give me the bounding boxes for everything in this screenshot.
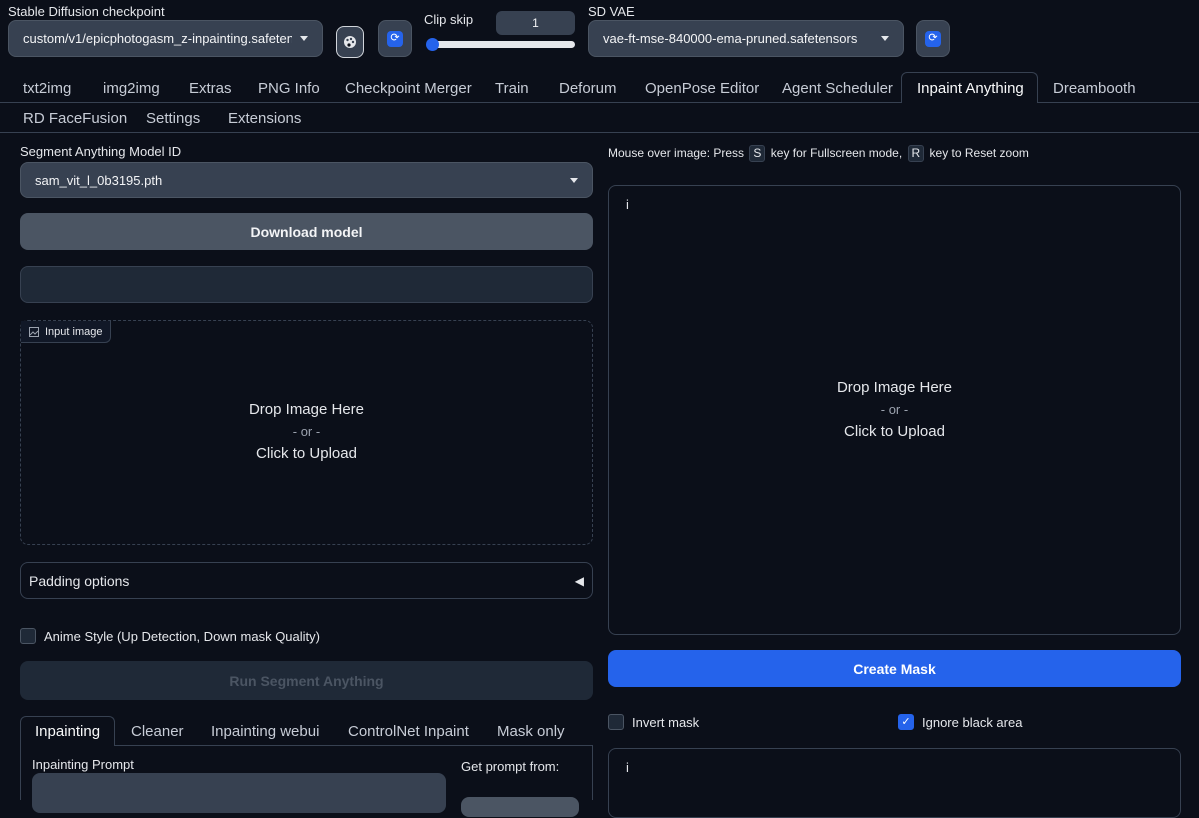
palette-icon [344,36,356,48]
tab-dreambooth[interactable]: Dreambooth [1053,80,1136,97]
chevron-down-icon [881,36,889,41]
tab-inpaint-anything[interactable]: Inpaint Anything [917,80,1024,97]
input-image-dropzone[interactable]: Input image Drop Image Here - or - Click… [20,320,593,545]
mask-output-panel: i [608,748,1181,818]
inpainting-prompt-label: Inpainting Prompt [32,757,134,772]
invert-mask-checkbox[interactable] [608,714,624,730]
sketch-image-canvas[interactable]: i Drop Image Here - or - Click to Upload [608,185,1181,635]
input-image-label: Input image [45,325,103,338]
tabbar-divider [1038,102,1199,103]
tab-deforum[interactable]: Deforum [559,80,617,97]
sam-model-label: Segment Anything Model ID [20,144,182,159]
subtab-inpainting-webui[interactable]: Inpainting webui [211,723,319,740]
or-text: - or - [292,424,321,439]
info-icon: i [626,197,629,212]
tabbar-divider [0,102,901,103]
content-divider [0,132,1199,133]
checkpoint-value: custom/v1/epicphotogasm_z-inpainting.saf… [23,31,292,46]
get-prompt-from-label: Get prompt from: [461,759,560,774]
download-model-button[interactable]: Download model [20,213,593,250]
key-s: S [749,145,766,162]
padding-options-accordion[interactable]: Padding options ◀ [20,562,593,599]
click-upload-text: Click to Upload [844,423,945,440]
ignore-black-area-checkbox[interactable]: ✓ [898,714,914,730]
vae-dropdown[interactable]: vae-ft-mse-840000-ema-pruned.safetensors [588,20,904,57]
tab-agent-scheduler[interactable]: Agent Scheduler [782,80,893,97]
refresh-checkpoint-button[interactable]: ⟳ [378,20,412,57]
subtab-controlnet-inpaint[interactable]: ControlNet Inpaint [348,723,469,740]
hint-suffix: key to Reset zoom [929,146,1029,160]
anime-style-checkbox[interactable] [20,628,36,644]
refresh-vae-button[interactable]: ⟳ [916,20,950,57]
zoom-hint: Mouse over image: Press S key for Fullsc… [608,145,1029,162]
inpainting-prompt-textarea[interactable] [32,773,446,813]
tab-extras[interactable]: Extras [189,80,232,97]
chevron-down-icon [570,177,578,183]
tab-png-info[interactable]: PNG Info [258,80,320,97]
hint-prefix: Mouse over image: Press [608,146,745,160]
sam-model-dropdown[interactable]: sam_vit_l_0b3195.pth [20,162,593,198]
refresh-icon: ⟳ [387,30,403,47]
vae-value: vae-ft-mse-840000-ema-pruned.safetensors [603,31,858,46]
clip-skip-slider-thumb[interactable] [426,38,439,51]
drop-instructions: Drop Image Here - or - Click to Upload [21,399,592,465]
chevron-down-icon [300,36,308,41]
info-icon: i [626,760,629,775]
key-r: R [907,145,925,162]
tab-checkpoint-merger[interactable]: Checkpoint Merger [345,80,472,97]
clip-skip-label: Clip skip [424,12,474,27]
refresh-icon: ⟳ [925,30,941,47]
tab-extensions[interactable]: Extensions [228,110,301,127]
tab-img2img[interactable]: img2img [103,80,160,97]
tab-openpose-editor[interactable]: OpenPose Editor [645,80,759,97]
subtab-inpainting[interactable]: Inpainting [35,723,100,740]
tab-rd-facefusion[interactable]: RD FaceFusion [23,110,127,127]
invert-mask-label: Invert mask [632,714,700,730]
run-segment-anything-button[interactable]: Run Segment Anything [20,661,593,700]
drop-image-text: Drop Image Here [836,379,953,396]
subtab-mask-only[interactable]: Mask only [497,723,565,740]
clip-skip-slider-track[interactable] [427,41,575,48]
input-image-label-chip: Input image [21,321,112,343]
invert-mask-option[interactable]: Invert mask [608,714,699,730]
collapse-triangle-icon: ◀ [574,573,584,588]
ignore-black-area-option[interactable]: ✓ Ignore black area [898,714,1022,730]
clip-skip-number-input[interactable]: 1 [496,11,575,35]
sam-model-value: sam_vit_l_0b3195.pth [35,172,163,188]
palette-button[interactable] [336,26,364,58]
tab-txt2img[interactable]: txt2img [23,80,71,97]
checkpoint-dropdown[interactable]: custom/v1/epicphotogasm_z-inpainting.saf… [8,20,323,57]
drop-instructions: Drop Image Here - or - Click to Upload [609,377,1180,443]
create-mask-button[interactable]: Create Mask [608,650,1181,687]
click-upload-text: Click to Upload [256,445,357,462]
get-prompt-button[interactable] [461,797,579,817]
hint-mid: key for Fullscreen mode, [770,146,903,160]
subtab-cleaner[interactable]: Cleaner [131,723,184,740]
tab-train[interactable]: Train [495,80,529,97]
padding-options-label: Padding options [29,572,130,589]
checkpoint-label: Stable Diffusion checkpoint [8,4,165,19]
vae-label: SD VAE [588,4,635,19]
anime-style-option[interactable]: Anime Style (Up Detection, Down mask Qua… [20,628,320,644]
image-icon [29,326,39,337]
ignore-black-area-label: Ignore black area [922,714,1023,730]
anime-style-label: Anime Style (Up Detection, Down mask Qua… [44,628,320,644]
status-textbox [20,266,593,303]
drop-image-text: Drop Image Here [248,401,365,418]
tab-settings[interactable]: Settings [146,110,200,127]
or-text: - or - [880,402,909,417]
